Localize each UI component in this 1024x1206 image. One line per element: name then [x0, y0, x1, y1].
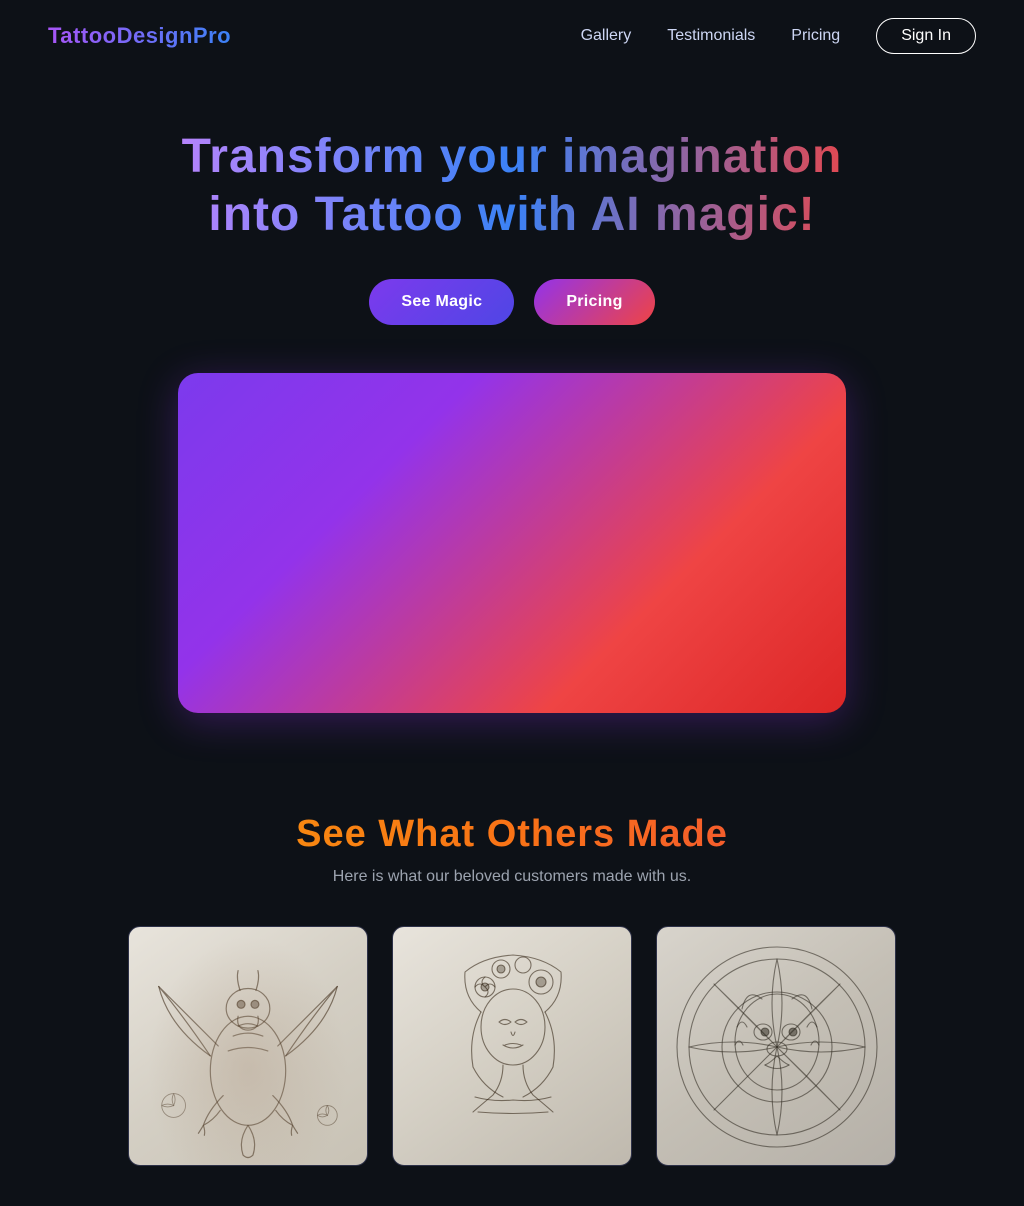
- gallery-section: See What Others Made Here is what our be…: [0, 753, 1024, 1206]
- gallery-card-woman[interactable]: [392, 926, 632, 1166]
- gallery-card-dragon[interactable]: [128, 926, 368, 1166]
- nav-links: Gallery Testimonials Pricing Sign In: [581, 18, 976, 54]
- gallery-grid: [48, 926, 976, 1166]
- hero-section: Transform your imagination into Tattoo w…: [0, 72, 1024, 753]
- hero-buttons: See Magic Pricing: [369, 279, 654, 325]
- navbar: TattooDesignPro Gallery Testimonials Pri…: [0, 0, 1024, 72]
- hero-title: Transform your imagination into Tattoo w…: [152, 128, 872, 243]
- gallery-subtitle: Here is what our beloved customers made …: [48, 868, 976, 886]
- site-logo[interactable]: TattooDesignPro: [48, 23, 231, 49]
- nav-gallery[interactable]: Gallery: [581, 27, 632, 45]
- gallery-title: See What Others Made: [48, 813, 976, 856]
- nav-testimonials[interactable]: Testimonials: [667, 27, 755, 45]
- see-magic-button[interactable]: See Magic: [369, 279, 514, 325]
- hero-image: [178, 373, 846, 713]
- hero-pricing-button[interactable]: Pricing: [534, 279, 654, 325]
- nav-pricing[interactable]: Pricing: [791, 27, 840, 45]
- signin-button[interactable]: Sign In: [876, 18, 976, 54]
- gallery-card-wolf[interactable]: [656, 926, 896, 1166]
